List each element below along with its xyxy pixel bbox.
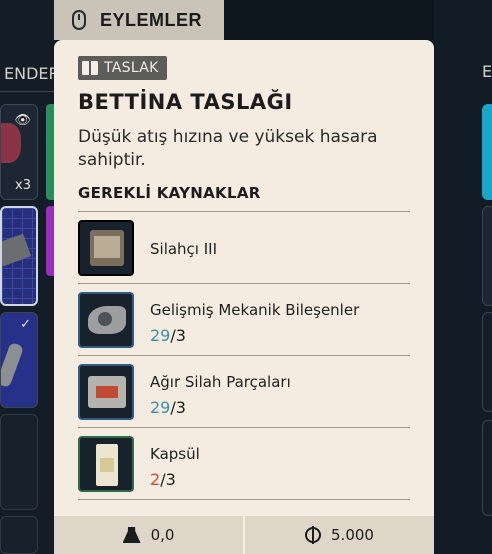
- inventory-slot[interactable]: 👁 x3: [0, 104, 38, 200]
- actions-tab[interactable]: EYLEMLER: [54, 0, 224, 40]
- divider: [78, 499, 410, 500]
- requirement-row: Ağır Silah Parçaları 29/3: [78, 356, 410, 428]
- blueprint-badge: TASLAK: [78, 56, 167, 80]
- actions-tab-label: EYLEMLER: [100, 9, 203, 30]
- inventory-slot[interactable]: [482, 206, 492, 306]
- inventory-slot[interactable]: [482, 312, 492, 412]
- inventory-slot-selected[interactable]: [0, 206, 38, 306]
- item-quantity: x3: [15, 178, 31, 193]
- mouse-icon: [72, 10, 86, 30]
- capsule-box-icon: [78, 436, 134, 492]
- requirement-count: 29/3: [150, 326, 186, 345]
- tooltip-footer: 0,0 5.000: [54, 516, 434, 554]
- inventory-slot-empty[interactable]: [0, 516, 38, 554]
- item-thumbnail: [1, 123, 21, 163]
- gunsmith-case-icon: [78, 220, 134, 276]
- eye-icon: 👁: [14, 113, 31, 128]
- inventory-slot[interactable]: [482, 420, 492, 516]
- price-value: 5.000: [331, 526, 374, 544]
- inventory-slot[interactable]: [482, 104, 492, 200]
- requirement-name: Silahçı III: [150, 240, 218, 258]
- coin-icon: [305, 526, 322, 544]
- inventory-slot-edge[interactable]: [46, 206, 54, 276]
- badge-label: TASLAK: [104, 60, 159, 76]
- ammo-thumbnail: [1, 341, 25, 389]
- requirements-heading: GEREKLİ KAYNAKLAR: [78, 184, 261, 202]
- inventory-slot[interactable]: ✓: [0, 312, 38, 408]
- top-bar: [224, 0, 434, 40]
- requirement-name: Ağır Silah Parçaları: [150, 373, 291, 391]
- requirement-name: Kapsül: [150, 445, 200, 463]
- item-tooltip: TASLAK BETTİNA TASLAĞI Düşük atış hızına…: [54, 40, 434, 554]
- item-title: BETTİNA TASLAĞI: [78, 90, 293, 114]
- weapon-thumbnail: [2, 233, 32, 267]
- weapon-parts-crate-icon: [78, 364, 134, 420]
- requirement-name: Gelişmiş Mekanik Bileşenler: [150, 301, 360, 319]
- price-stat: 5.000: [243, 516, 434, 554]
- requirement-count: 2/3: [150, 470, 176, 489]
- requirement-row: Gelişmiş Mekanik Bileşenler 29/3: [78, 284, 410, 356]
- check-icon: ✓: [20, 317, 31, 332]
- weight-value: 0,0: [150, 526, 175, 544]
- book-icon: [82, 61, 98, 75]
- mechanical-parts-icon: [78, 292, 134, 348]
- right-section-label: E: [482, 62, 492, 81]
- requirement-count: 29/3: [150, 398, 186, 417]
- weight-stat: 0,0: [54, 516, 243, 554]
- item-description: Düşük atış hızına ve yüksek hasara sahip…: [78, 127, 378, 170]
- requirement-row: Kapsül 2/3: [78, 428, 410, 500]
- inventory-slot-edge[interactable]: [46, 104, 54, 200]
- left-section-label: ENDER: [0, 60, 54, 92]
- inventory-slot-empty[interactable]: [0, 414, 38, 510]
- weight-icon: [122, 527, 141, 543]
- requirement-row: Silahçı III: [78, 212, 410, 284]
